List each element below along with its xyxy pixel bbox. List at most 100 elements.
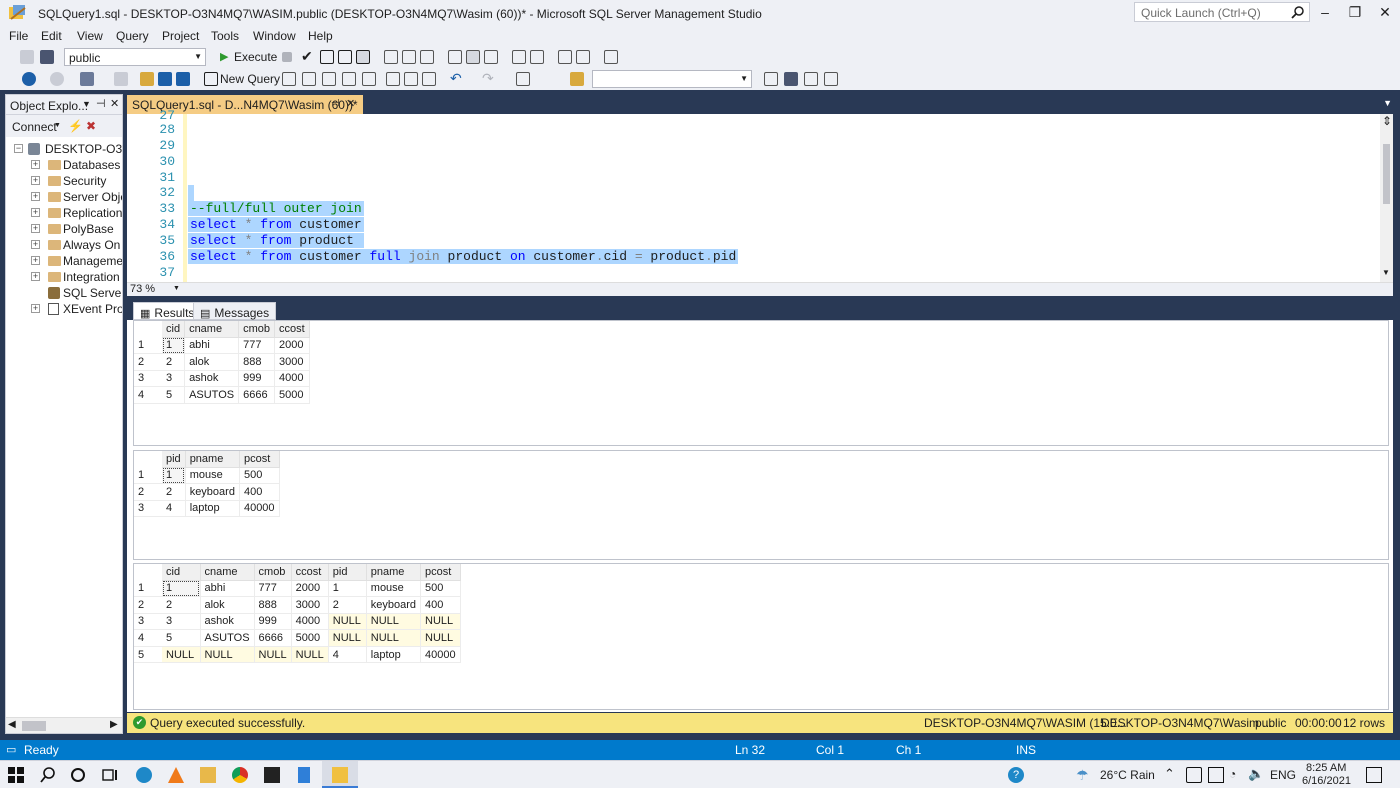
- find-combo[interactable]: ▼: [592, 70, 752, 88]
- close-tab-icon[interactable]: ✕: [346, 97, 355, 110]
- menu-project[interactable]: Project: [162, 29, 199, 43]
- display-plan-icon[interactable]: [320, 50, 334, 64]
- menu-tools[interactable]: Tools: [211, 29, 239, 43]
- comment-icon[interactable]: [512, 50, 526, 64]
- tab-messages[interactable]: ▤ Messages: [193, 302, 277, 320]
- table-cell[interactable]: mouse: [366, 580, 422, 598]
- vlc-icon[interactable]: [168, 767, 184, 783]
- table-cell[interactable]: 2000: [274, 337, 310, 355]
- connect-button[interactable]: Connect: [12, 120, 57, 134]
- table-cell[interactable]: 2: [328, 596, 367, 614]
- save-all-icon[interactable]: [176, 72, 190, 86]
- client-stats-icon[interactable]: [420, 50, 434, 64]
- close-button[interactable]: ✕: [1370, 4, 1400, 22]
- disconnect-icon[interactable]: ✖: [86, 119, 96, 133]
- table-cell[interactable]: ASUTOS: [200, 629, 255, 647]
- table-cell[interactable]: alok: [200, 596, 255, 614]
- table-cell[interactable]: 40000: [420, 646, 461, 664]
- expand-icon[interactable]: +: [31, 192, 40, 201]
- table-cell[interactable]: ASUTOS: [184, 386, 240, 404]
- split-icon[interactable]: ⇕: [1382, 114, 1392, 128]
- table-cell[interactable]: 3000: [291, 596, 329, 614]
- result-grid-2[interactable]: pid pname pcost 1 1 mouse 500 2 2 keyboard 400…: [133, 450, 1389, 560]
- table-cell[interactable]: 2: [162, 483, 186, 501]
- column-header[interactable]: cmob: [254, 564, 292, 581]
- copy-icon[interactable]: [404, 72, 418, 86]
- table-cell-null[interactable]: NULL: [162, 646, 201, 664]
- column-header[interactable]: ccost: [291, 564, 329, 581]
- new-query-button[interactable]: New Query: [220, 72, 280, 86]
- table-cell[interactable]: 2000: [291, 580, 329, 598]
- task-view-icon[interactable]: [102, 767, 118, 783]
- tree-node-integration[interactable]: + Integration S: [6, 269, 122, 285]
- result-grid-3[interactable]: cid cname cmob ccost pid pname pcost 11a…: [133, 563, 1389, 710]
- change-connection-icon[interactable]: [40, 50, 54, 64]
- table-cell[interactable]: 999: [254, 613, 292, 631]
- table-cell-null[interactable]: NULL: [291, 646, 329, 664]
- table-cell[interactable]: 3: [162, 370, 186, 388]
- table-cell[interactable]: keyboard: [185, 483, 240, 501]
- table-cell[interactable]: abhi: [200, 580, 255, 598]
- table-cell[interactable]: 6666: [238, 386, 275, 404]
- maximize-button[interactable]: ❐: [1340, 4, 1370, 22]
- column-header[interactable]: pname: [185, 451, 240, 468]
- open-file-icon[interactable]: [140, 72, 154, 86]
- table-cell[interactable]: 1: [162, 337, 186, 355]
- onedrive-icon[interactable]: [1186, 767, 1202, 783]
- scroll-left-icon[interactable]: ◀: [8, 719, 16, 730]
- decrease-indent-icon[interactable]: [558, 50, 572, 64]
- table-cell[interactable]: 3000: [274, 353, 310, 371]
- scroll-thumb[interactable]: [1383, 144, 1390, 204]
- table-cell[interactable]: 400: [239, 483, 280, 501]
- table-cell[interactable]: 2: [162, 353, 186, 371]
- table-cell[interactable]: 888: [254, 596, 292, 614]
- add-item-icon[interactable]: [114, 72, 128, 86]
- tab-overflow-icon[interactable]: ▼: [1383, 98, 1392, 108]
- windows-start-icon[interactable]: [8, 767, 24, 783]
- ssms-taskbar-icon[interactable]: [332, 767, 348, 783]
- table-cell[interactable]: 4: [328, 646, 367, 664]
- table-cell[interactable]: mouse: [185, 467, 240, 485]
- tree-node-polybase[interactable]: + PolyBase: [6, 221, 122, 237]
- window-layout-icon[interactable]: [824, 72, 838, 86]
- scroll-right-icon[interactable]: ▶: [110, 719, 118, 730]
- table-cell[interactable]: 500: [420, 580, 461, 598]
- table-cell-null[interactable]: NULL: [366, 613, 422, 631]
- parse-check-icon[interactable]: ✔: [301, 48, 313, 65]
- table-cell[interactable]: ashok: [200, 613, 255, 631]
- table-cell[interactable]: 2: [162, 596, 201, 614]
- table-cell[interactable]: 888: [238, 353, 275, 371]
- plug-icon[interactable]: [20, 50, 34, 64]
- toolbox-icon[interactable]: [804, 72, 818, 86]
- collapse-icon[interactable]: −: [14, 144, 23, 153]
- results-text-icon[interactable]: [448, 50, 462, 64]
- column-header[interactable]: cname: [200, 564, 255, 581]
- help-icon[interactable]: ?: [1008, 767, 1024, 783]
- store-icon[interactable]: [1208, 767, 1224, 783]
- wifi-icon[interactable]: ◔: [1229, 767, 1236, 781]
- table-cell[interactable]: 1: [162, 580, 201, 598]
- table-cell[interactable]: 4: [162, 500, 186, 518]
- cortana-icon[interactable]: [70, 767, 86, 783]
- solution-explorer-icon[interactable]: [516, 72, 530, 86]
- tree-node-sql-agent[interactable]: SQL Server A: [6, 285, 122, 301]
- tab-results[interactable]: ▦ Results: [133, 302, 202, 320]
- table-cell[interactable]: abhi: [184, 337, 240, 355]
- clock-time[interactable]: 8:25 AM: [1306, 762, 1346, 774]
- tree-node-always-on[interactable]: + Always On H: [6, 237, 122, 253]
- expand-icon[interactable]: +: [31, 208, 40, 217]
- column-header[interactable]: cid: [162, 321, 186, 338]
- tree-node-management[interactable]: + Managemen: [6, 253, 122, 269]
- search-icon[interactable]: [40, 767, 56, 783]
- horizontal-scrollbar[interactable]: ◀ ▶: [6, 717, 122, 733]
- menu-edit[interactable]: Edit: [41, 29, 62, 43]
- weather-text[interactable]: 26°C Rain: [1100, 768, 1155, 782]
- search-icon[interactable]: [1291, 5, 1305, 19]
- menu-help[interactable]: Help: [308, 29, 333, 43]
- table-cell[interactable]: 999: [238, 370, 275, 388]
- properties-icon[interactable]: [784, 72, 798, 86]
- table-cell-null[interactable]: NULL: [328, 613, 367, 631]
- expand-icon[interactable]: +: [31, 176, 40, 185]
- new-project-icon[interactable]: [80, 72, 94, 86]
- table-cell-null[interactable]: NULL: [328, 629, 367, 647]
